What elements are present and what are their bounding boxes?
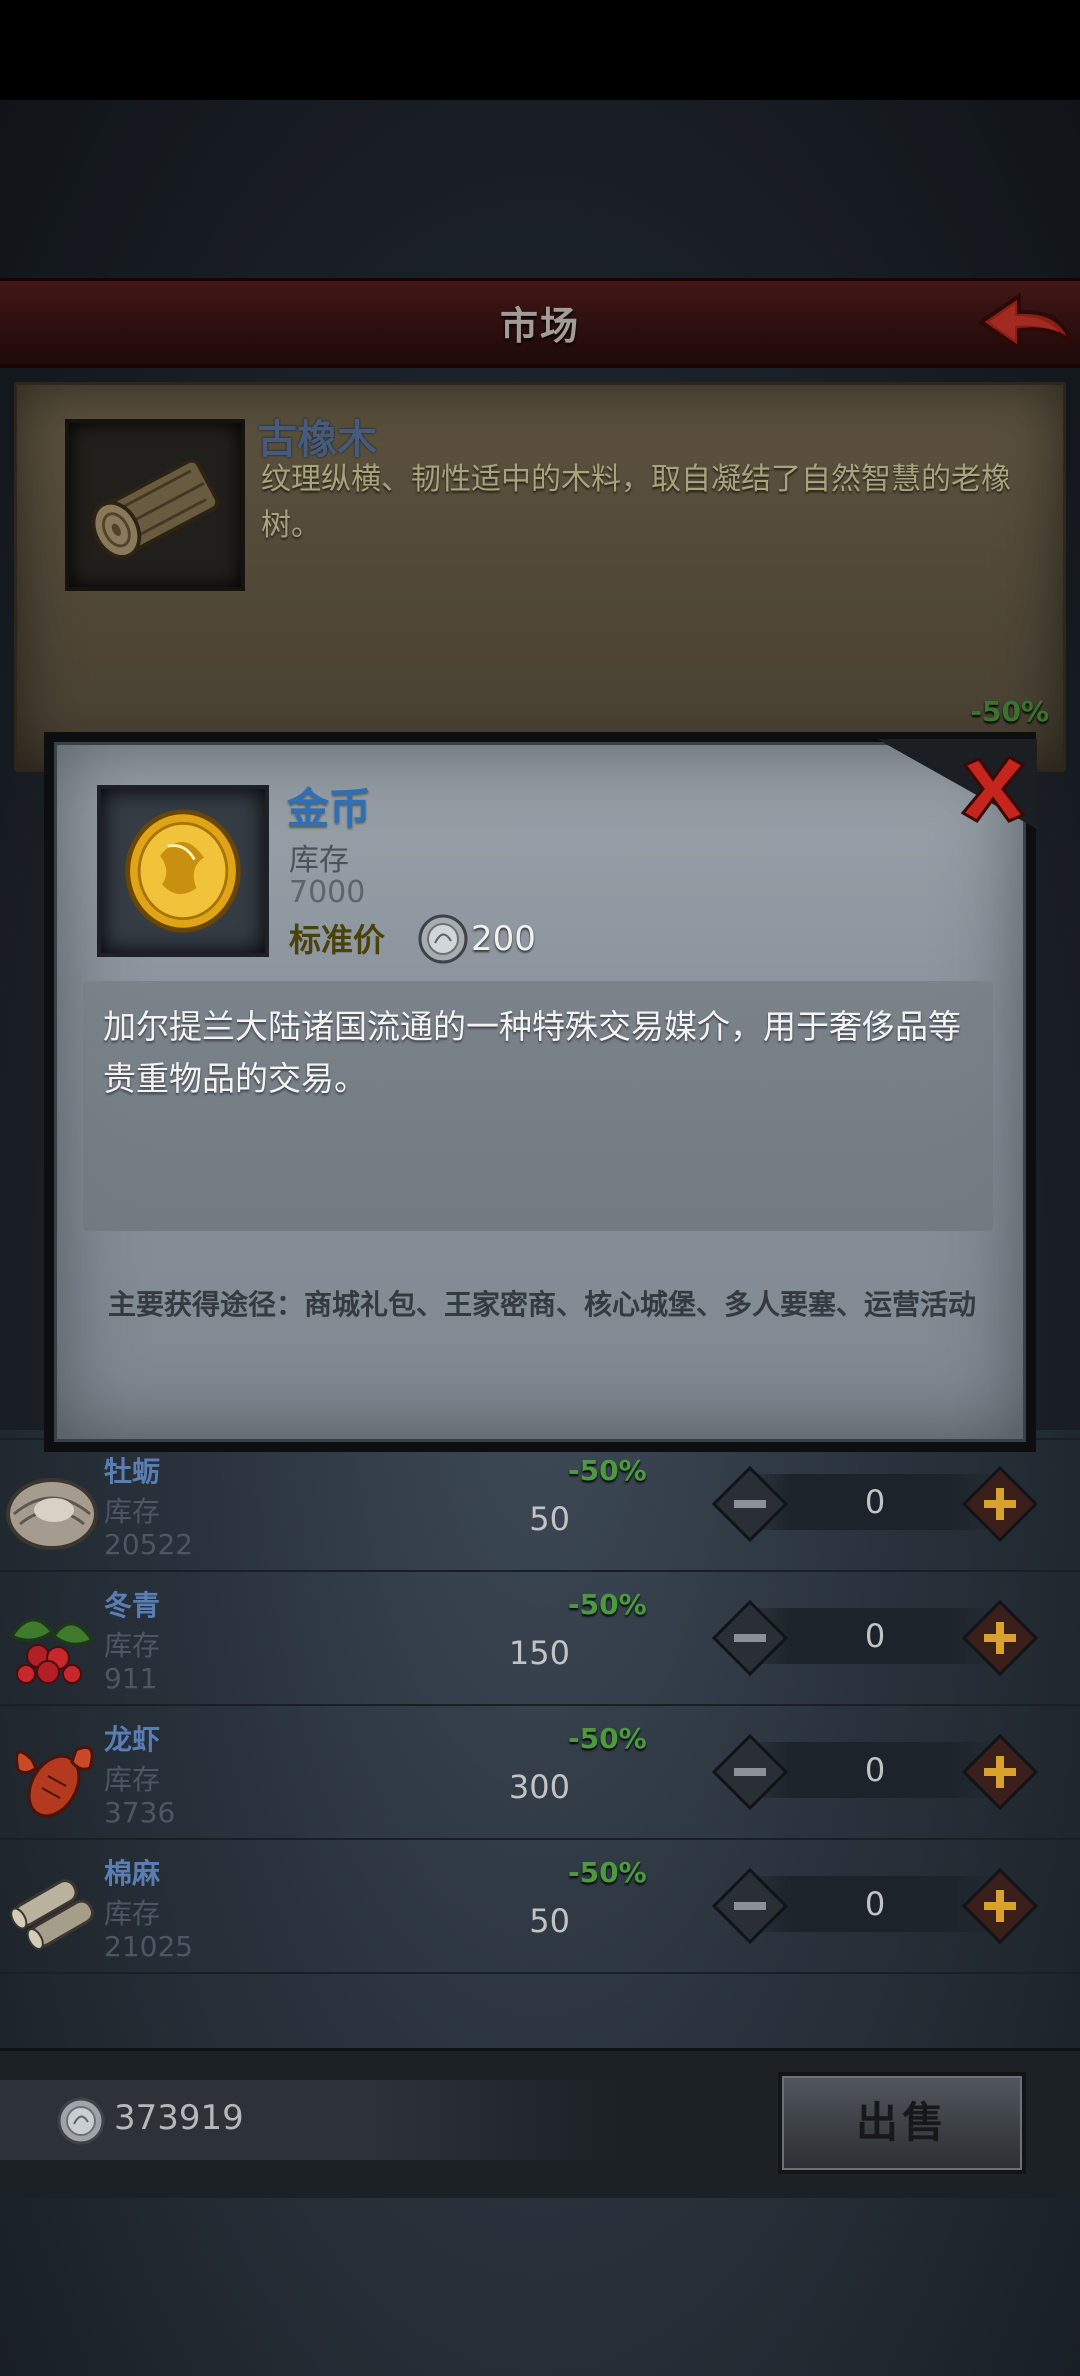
minus-button[interactable] bbox=[712, 1868, 788, 1944]
description-box: 加尔提兰大陆诸国流通的一种特殊交易媒介，用于奢侈品等贵重物品的交易。 bbox=[83, 981, 993, 1231]
status-bar bbox=[0, 0, 1080, 100]
standard-price-value: 200 bbox=[471, 919, 536, 959]
holly-icon bbox=[9, 1618, 95, 1684]
silver-coin-icon bbox=[57, 2097, 105, 2145]
item-image-frame bbox=[97, 785, 269, 957]
stock-value: 7000 bbox=[289, 875, 366, 910]
acquisition-sources: 主要获得途径：商城礼包、王家密商、核心城堡、多人要塞、运营活动 bbox=[107, 1288, 976, 1321]
list-item[interactable]: 棉麻 库存 21025 50 -50% 0 bbox=[0, 1842, 1080, 1974]
price: 50 bbox=[529, 1500, 570, 1538]
stock-label: 库存 bbox=[104, 1763, 161, 1796]
list-item[interactable]: 牡蛎 库存 20522 50 -50% 0 bbox=[0, 1440, 1080, 1572]
plus-button[interactable] bbox=[962, 1466, 1038, 1542]
item-name: 冬青 bbox=[104, 1589, 161, 1622]
oyster-icon bbox=[6, 1478, 98, 1550]
close-icon[interactable] bbox=[957, 753, 1029, 825]
item-info-modal: 金币 库存 7000 标准价 200 加尔提兰大陆诸国流通的一种特殊交易媒介，用… bbox=[44, 732, 1037, 1452]
stock-label: 库存 bbox=[104, 1495, 161, 1528]
plus-button[interactable] bbox=[962, 1734, 1038, 1810]
stock-value: 20522 bbox=[104, 1528, 194, 1561]
discount-badge: -50% bbox=[568, 1856, 647, 1889]
plus-button[interactable] bbox=[962, 1600, 1038, 1676]
stock-value: 911 bbox=[104, 1662, 158, 1695]
quantity-value: 0 bbox=[864, 1617, 886, 1655]
item-name: 牡蛎 bbox=[104, 1455, 161, 1488]
price: 300 bbox=[508, 1768, 570, 1806]
item-name: 棉麻 bbox=[104, 1857, 161, 1890]
quantity-value: 0 bbox=[864, 1483, 886, 1521]
minus-button[interactable] bbox=[712, 1466, 788, 1542]
stock-value: 21025 bbox=[104, 1930, 194, 1963]
stock-value: 3736 bbox=[104, 1796, 176, 1829]
stock-label: 库存 bbox=[289, 843, 349, 878]
standard-price-label: 标准价 bbox=[289, 921, 386, 959]
stock-label: 库存 bbox=[104, 1629, 161, 1662]
plus-button[interactable] bbox=[962, 1868, 1038, 1944]
modal-description: 加尔提兰大陆诸国流通的一种特殊交易媒介，用于奢侈品等贵重物品的交易。 bbox=[103, 1007, 961, 1098]
silver-coin-icon bbox=[418, 914, 468, 964]
discount-badge: -50% bbox=[568, 1588, 647, 1621]
list-item[interactable]: 龙虾 库存 3736 300 -50% 0 bbox=[0, 1708, 1080, 1840]
quantity-value: 0 bbox=[864, 1751, 886, 1789]
minus-button[interactable] bbox=[712, 1734, 788, 1810]
price: 150 bbox=[508, 1634, 570, 1672]
quantity-value: 0 bbox=[864, 1885, 886, 1923]
money-value: 373919 bbox=[114, 2098, 244, 2138]
minus-button[interactable] bbox=[712, 1600, 788, 1676]
discount-badge: -50% bbox=[568, 1454, 647, 1487]
stock-label: 库存 bbox=[104, 1897, 161, 1930]
linen-roll-icon bbox=[10, 1879, 95, 1950]
gold-coin-icon bbox=[125, 809, 241, 933]
item-name: 龙虾 bbox=[104, 1723, 161, 1756]
list-item[interactable]: 冬青 库存 911 150 -50% 0 bbox=[0, 1574, 1080, 1706]
discount-badge: -50% bbox=[568, 1722, 647, 1755]
sell-button-label: 出售 bbox=[855, 2098, 948, 2147]
modal-body: 金币 库存 7000 标准价 200 加尔提兰大陆诸国流通的一种特殊交易媒介，用… bbox=[54, 739, 1037, 1442]
sell-button[interactable]: 出售 bbox=[778, 2072, 1026, 2174]
modal-title: 金币 bbox=[287, 784, 372, 833]
lobster-icon bbox=[15, 1745, 94, 1818]
price: 50 bbox=[529, 1902, 570, 1940]
